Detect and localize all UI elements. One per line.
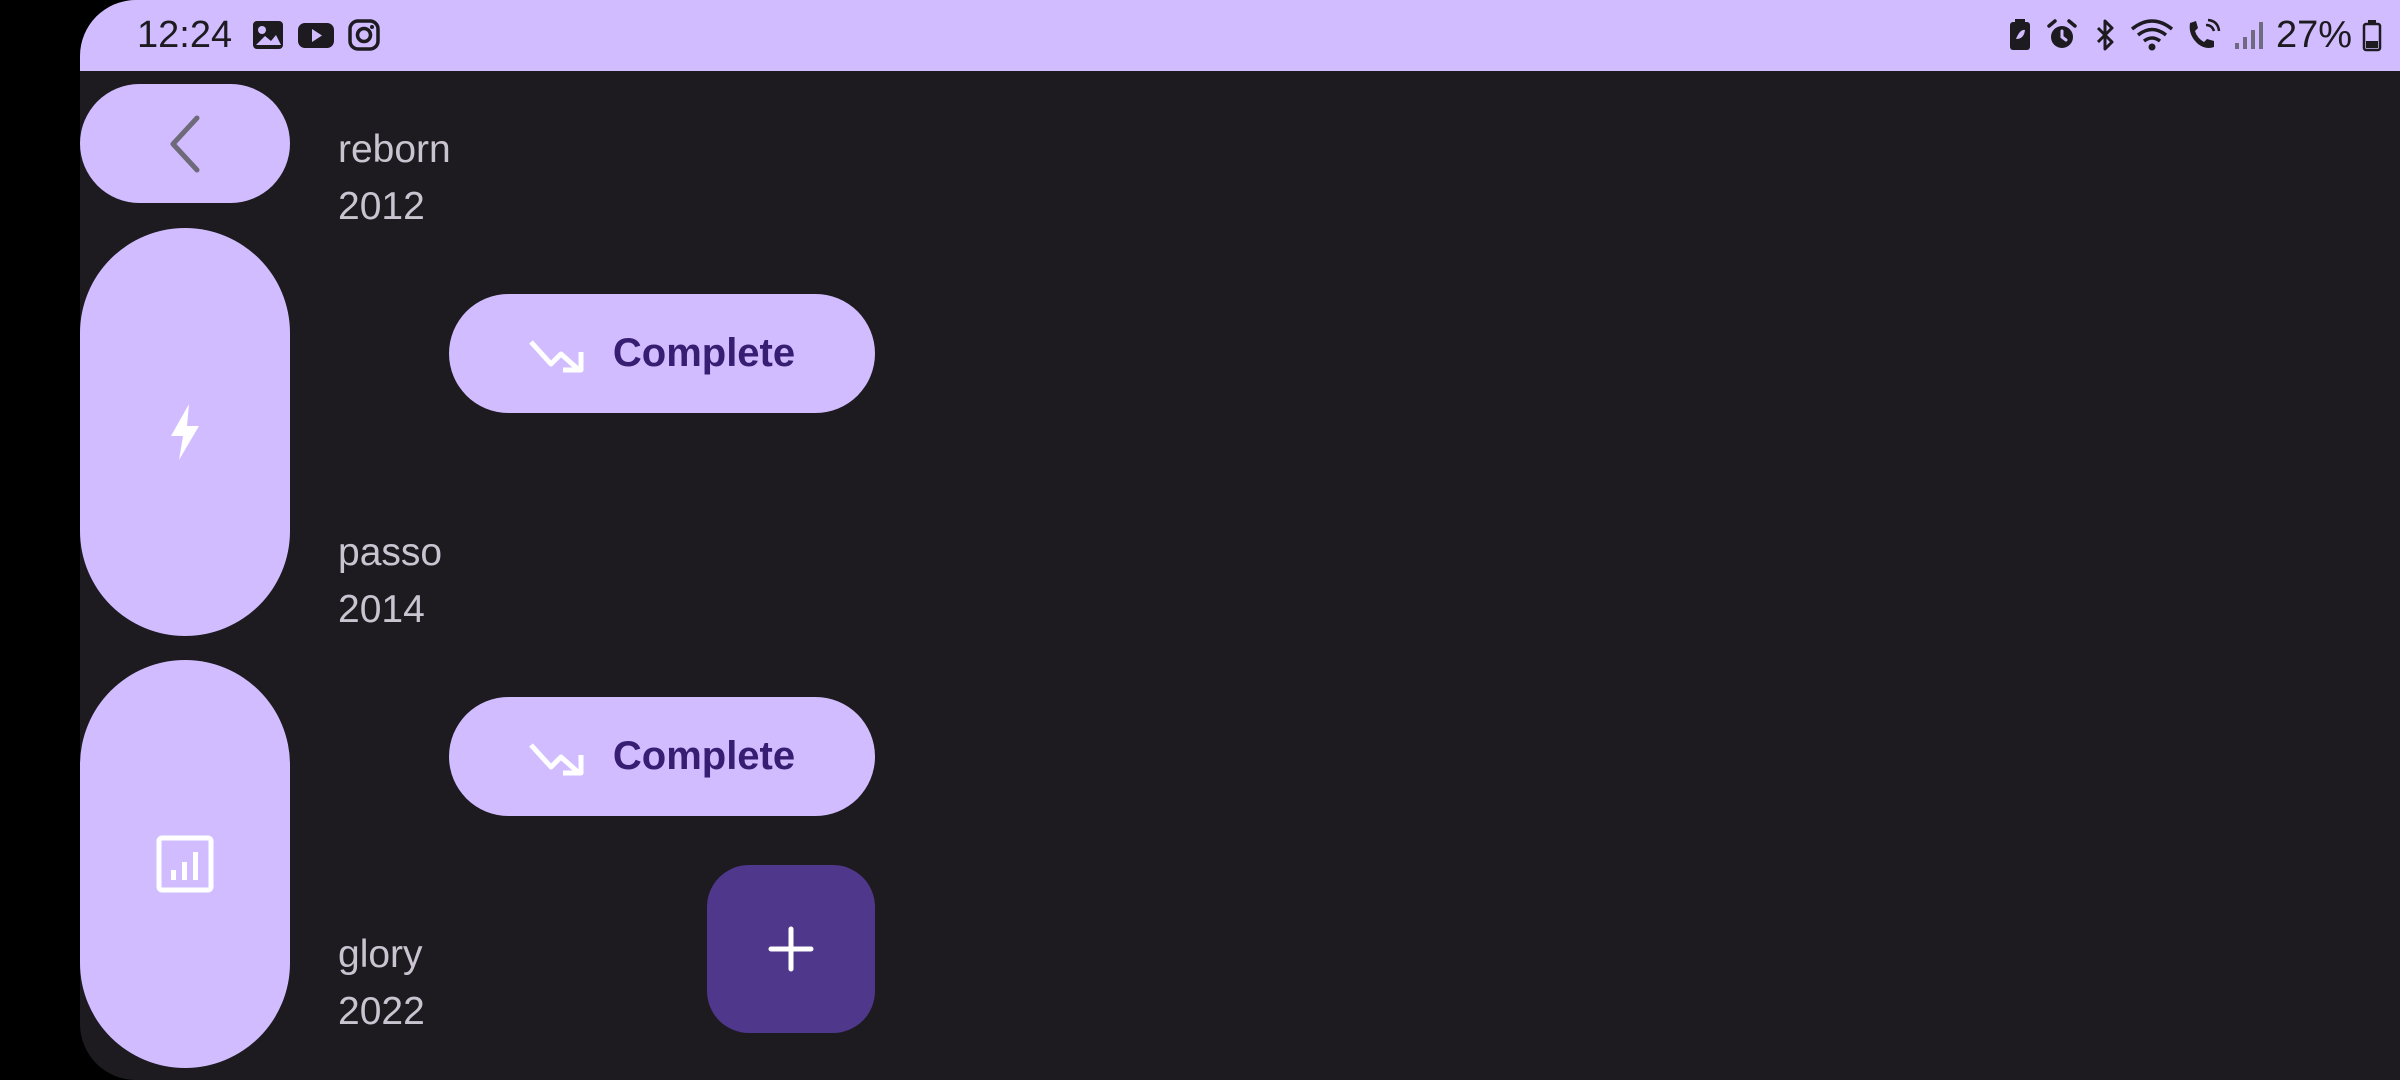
nav-item-chart[interactable]	[80, 660, 290, 1068]
app-screen: 12:24 27% reborn 2012 Complete passo 201…	[80, 0, 2400, 1080]
chart-icon	[156, 835, 214, 893]
entry-year: 2014	[338, 588, 425, 631]
alarm-icon	[2044, 17, 2080, 53]
gallery-icon	[250, 17, 286, 53]
battery-icon	[2362, 17, 2382, 53]
status-time: 12:24	[137, 14, 233, 56]
complete-button-label: Complete	[612, 331, 796, 375]
entry-name: passo	[338, 531, 443, 574]
complete-button-label: Complete	[612, 734, 796, 778]
add-button[interactable]	[707, 865, 875, 1033]
status-bar: 12:24 27%	[80, 0, 2400, 71]
entry-name: glory	[338, 933, 423, 976]
entry-name: reborn	[338, 128, 451, 171]
instagram-icon	[346, 17, 382, 53]
entry-year: 2012	[338, 185, 425, 228]
back-arrow-icon	[163, 114, 207, 174]
lightning-icon	[167, 402, 203, 462]
nav-item-lightning[interactable]	[80, 228, 290, 636]
complete-button[interactable]: Complete	[449, 697, 875, 816]
plus-icon	[767, 925, 815, 973]
trending-down-icon	[529, 737, 585, 777]
trending-down-icon	[529, 334, 585, 374]
wifi-icon	[2130, 17, 2174, 53]
wifi-calling-icon	[2184, 17, 2222, 53]
battery-percent: 27%	[2275, 14, 2352, 56]
complete-button[interactable]: Complete	[449, 294, 875, 413]
system-icons: 27%	[2006, 13, 2382, 57]
youtube-icon	[296, 17, 336, 53]
signal-icon	[2232, 17, 2266, 53]
entry-year: 2022	[338, 990, 425, 1033]
bluetooth-icon	[2090, 17, 2120, 53]
back-button[interactable]	[80, 84, 290, 203]
notification-icons	[250, 17, 382, 53]
battery-saver-icon	[2006, 17, 2034, 53]
